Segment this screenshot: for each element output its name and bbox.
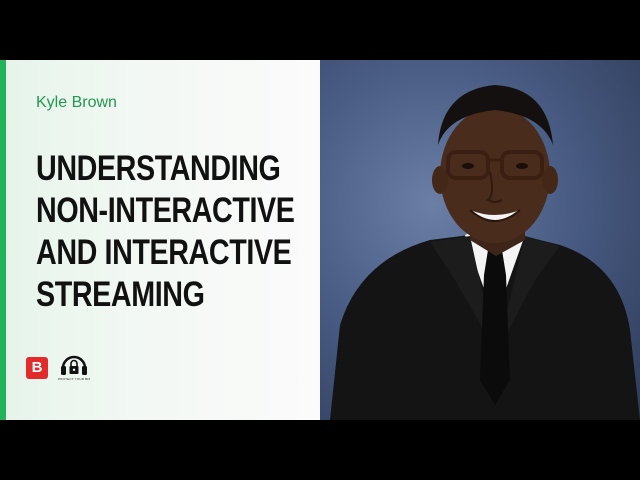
thumbnail-card: Kyle Brown UNDERSTANDING NON-INTERACTIVE… <box>0 60 640 420</box>
title-line-4: STREAMING <box>36 275 205 314</box>
speaker-portrait <box>330 85 640 420</box>
video-title: UNDERSTANDING NON-INTERACTIVE AND INTERA… <box>36 148 295 316</box>
accent-bar <box>0 60 6 420</box>
title-line-1: UNDERSTANDING <box>36 149 281 188</box>
headphones-lock-icon: PROTECT YOUR BIZ <box>58 353 90 383</box>
video-frame: Kyle Brown UNDERSTANDING NON-INTERACTIVE… <box>0 0 640 480</box>
brand-logo-icon: B <box>26 357 48 379</box>
author-name: Kyle Brown <box>36 94 117 111</box>
podcast-caption: PROTECT YOUR BIZ <box>58 377 91 381</box>
title-line-2: NON-INTERACTIVE <box>36 191 295 230</box>
speaker-photo <box>320 60 640 420</box>
logo-row: B PROTECT YOUR BIZ <box>26 353 90 383</box>
title-line-3: AND INTERACTIVE <box>36 233 292 272</box>
text-panel: Kyle Brown UNDERSTANDING NON-INTERACTIVE… <box>0 60 320 420</box>
headphones-lock-graphic <box>61 355 87 375</box>
